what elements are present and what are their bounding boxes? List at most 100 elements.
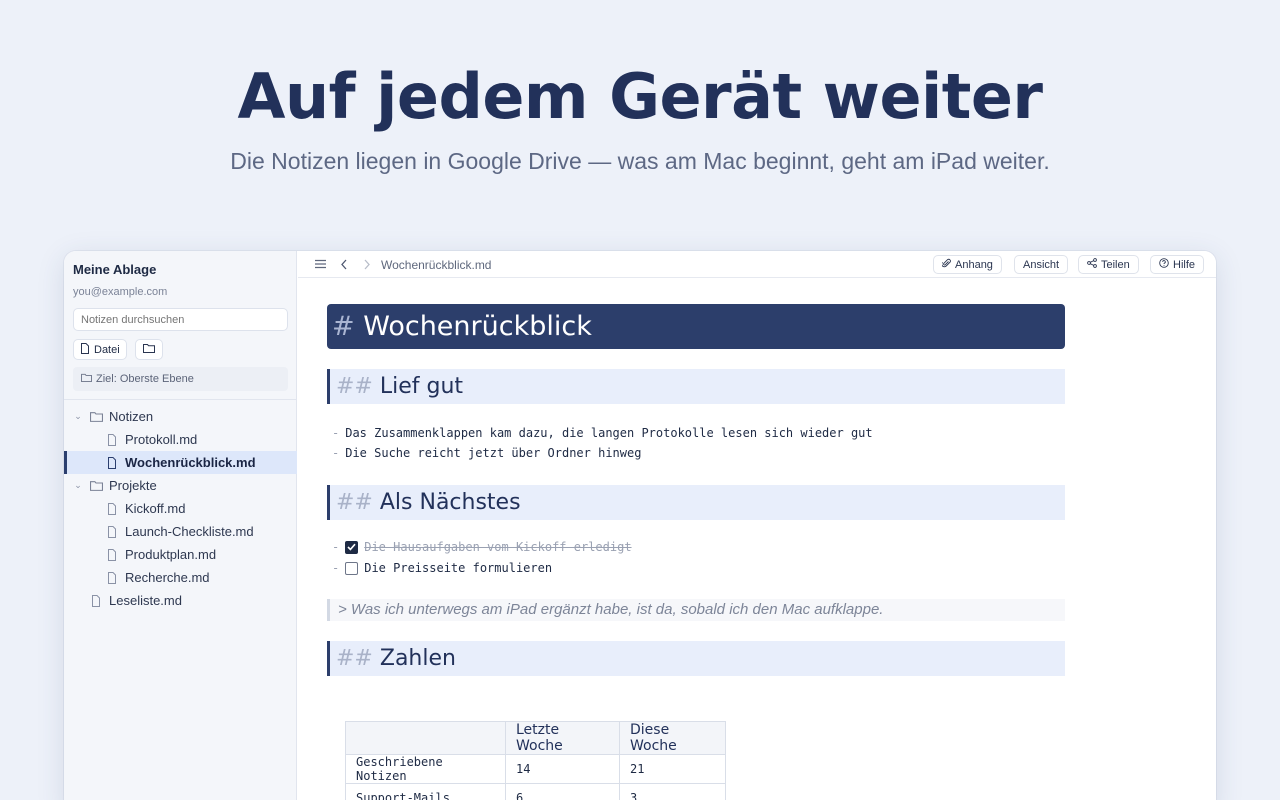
share-icon (1087, 258, 1097, 271)
search-input[interactable] (73, 308, 288, 331)
heading-2-lief-gut: ## Lief gut (327, 369, 1065, 404)
tree-file-launch-checkliste[interactable]: Launch-Checkliste.md (64, 520, 297, 543)
tree-file-leseliste[interactable]: Leseliste.md (64, 589, 297, 612)
list-item: - Die Suche reicht jetzt über Ordner hin… (332, 446, 641, 460)
share-label: Teilen (1101, 258, 1130, 271)
tree-label: Kickoff.md (125, 501, 186, 516)
tree-file-wochenrueckblick[interactable]: Wochenrückblick.md (64, 451, 297, 474)
blockquote: > Was ich unterwegs am iPad ergänzt habe… (327, 599, 1065, 621)
heading-text: Lief gut (379, 374, 464, 399)
help-button[interactable]: Hilfe (1150, 255, 1205, 274)
markdown-editor[interactable]: # Wochenrückblick ## Lief gut - Das Zusa… (298, 279, 1216, 800)
task-checkbox[interactable] (345, 540, 359, 554)
file-icon (105, 548, 119, 562)
table-header-row: Letzte Woche Diese Woche (345, 721, 726, 755)
hero-subtitle: Die Notizen liegen in Google Drive — was… (230, 148, 1050, 174)
heading-text: Wochenrückblick (363, 311, 592, 342)
folder-icon (81, 373, 92, 385)
drive-title: Meine Ablage (73, 262, 157, 277)
table-row: Geschriebene Notizen 14 21 (345, 754, 726, 784)
list-marker: - (332, 540, 340, 554)
tree-label: Notizen (109, 409, 154, 424)
file-icon (105, 456, 119, 470)
tree-label: Protokoll.md (125, 432, 198, 447)
table-cell: 3 (619, 783, 726, 800)
task-item: - Die Preisseite formulieren (332, 561, 552, 575)
tree-label: Recherche.md (125, 570, 210, 585)
file-icon (105, 502, 119, 516)
heading-2-als-naechstes: ## Als Nächstes (327, 485, 1065, 520)
table-cell: Support-Mails (345, 783, 506, 800)
view-label: Ansicht (1023, 258, 1060, 271)
tree-label: Wochenrückblick.md (125, 455, 256, 470)
target-folder-indicator: Ziel: Oberste Ebene (73, 367, 288, 391)
table-header (345, 721, 506, 755)
heading-text: Als Nächstes (379, 490, 521, 515)
heading-marker: ## (336, 646, 373, 671)
attach-label: Anhang (955, 258, 993, 271)
file-icon (89, 594, 103, 608)
menu-icon[interactable] (313, 257, 327, 271)
help-icon (1159, 258, 1169, 271)
heading-text: Zahlen (379, 646, 456, 671)
table-header: Letzte Woche (505, 721, 620, 755)
sidebar: Meine Ablage you@example.com Datei Ziel:… (64, 251, 297, 800)
list-marker: - (332, 561, 340, 575)
list-item-text: Die Suche reicht jetzt über Ordner hinwe… (345, 446, 642, 460)
table-header: Diese Woche (619, 721, 726, 755)
app-window: Meine Ablage you@example.com Datei Ziel:… (64, 251, 1216, 800)
heading-marker: # (332, 311, 355, 342)
task-item: - Die Hausaufgaben vom Kickoff erledigt (332, 540, 632, 554)
file-icon (105, 525, 119, 539)
back-icon[interactable] (337, 257, 351, 271)
chevron-down-icon: ⌄ (74, 480, 82, 490)
tree-file-produktplan[interactable]: Produktplan.md (64, 543, 297, 566)
share-button[interactable]: Teilen (1078, 255, 1139, 274)
tree-file-kickoff[interactable]: Kickoff.md (64, 497, 297, 520)
file-icon (105, 571, 119, 585)
help-label: Hilfe (1173, 258, 1196, 271)
table-cell: 14 (505, 754, 620, 784)
tree-label: Projekte (109, 478, 157, 493)
list-item: - Das Zusammenklappen kam dazu, die lang… (332, 426, 873, 440)
task-checkbox[interactable] (345, 561, 359, 575)
task-text: Die Preisseite formulieren (364, 561, 553, 575)
numbers-table: Letzte Woche Diese Woche Geschriebene No… (345, 721, 726, 800)
tree-file-recherche[interactable]: Recherche.md (64, 566, 297, 589)
table-row: Support-Mails 6 3 (345, 783, 726, 800)
account-email: you@example.com (73, 286, 168, 298)
new-file-label: Datei (94, 343, 120, 356)
forward-icon[interactable] (360, 257, 374, 271)
task-text: Die Hausaufgaben vom Kickoff erledigt (364, 540, 632, 554)
editor-toolbar: Wochenrückblick.md Anhang Ansicht Teilen… (298, 251, 1216, 278)
file-icon (80, 342, 90, 357)
new-file-button[interactable]: Datei (73, 339, 127, 360)
tree-label: Produktplan.md (125, 547, 217, 562)
table-cell: 21 (619, 754, 726, 784)
heading-marker: ## (336, 374, 373, 399)
heading-marker: ## (336, 490, 373, 515)
tree-label: Leseliste.md (109, 593, 182, 608)
paperclip-icon (941, 258, 951, 271)
table-cell: 6 (505, 783, 620, 800)
folder-icon (89, 410, 103, 424)
attach-button[interactable]: Anhang (933, 255, 1002, 274)
new-folder-button[interactable] (135, 339, 163, 360)
tree-label: Launch-Checkliste.md (125, 524, 254, 539)
view-button[interactable]: Ansicht (1014, 255, 1069, 274)
heading-1: # Wochenrückblick (327, 304, 1065, 349)
folder-icon (143, 343, 155, 356)
hero-title: Auf jedem Gerät weiter (237, 60, 1043, 133)
target-label: Ziel: Oberste Ebene (96, 373, 194, 385)
list-marker: - (332, 426, 340, 440)
tree-folder-notizen[interactable]: ⌄ Notizen (64, 405, 297, 428)
tree-folder-projekte[interactable]: ⌄ Projekte (64, 474, 297, 497)
sidebar-divider (64, 399, 297, 400)
list-marker: - (332, 446, 340, 460)
tree-file-protokoll[interactable]: Protokoll.md (64, 428, 297, 451)
file-icon (105, 433, 119, 447)
heading-2-zahlen: ## Zahlen (327, 641, 1065, 676)
chevron-down-icon: ⌄ (74, 411, 82, 421)
current-filename: Wochenrückblick.md (381, 258, 492, 272)
list-item-text: Das Zusammenklappen kam dazu, die langen… (345, 426, 873, 440)
